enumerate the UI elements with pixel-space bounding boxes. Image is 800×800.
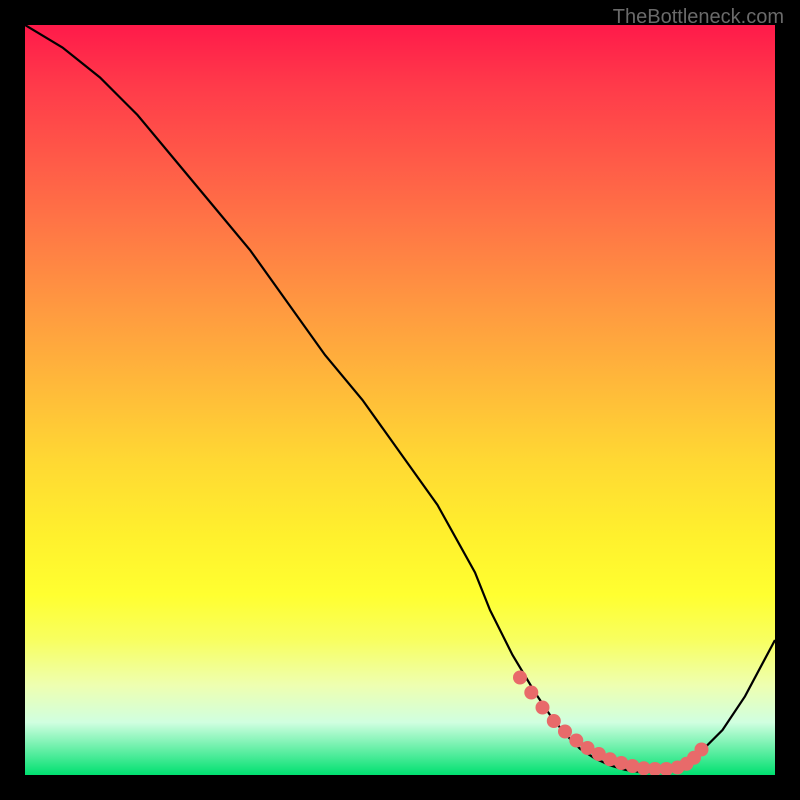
- highlight-dot: [695, 743, 709, 757]
- plot-area: [25, 25, 775, 775]
- attribution-text: TheBottleneck.com: [613, 6, 784, 29]
- highlight-dot: [536, 701, 550, 715]
- bottleneck-curve-path: [25, 25, 775, 772]
- highlight-dot: [513, 671, 527, 685]
- optimal-zone-dots: [513, 671, 709, 776]
- chart-svg: [25, 25, 775, 775]
- highlight-dot: [547, 714, 561, 728]
- highlight-dot: [558, 725, 572, 739]
- highlight-dot: [524, 686, 538, 700]
